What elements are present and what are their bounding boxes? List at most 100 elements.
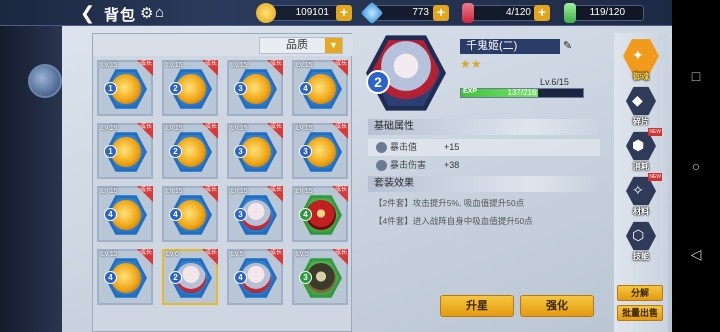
stamina-potion-icon: [462, 3, 474, 23]
item-detail-panel: 2 千鬼姬(二) ✎ ★★ Lv.6/15 EXP 137/216 基础属性 暴…: [360, 33, 610, 332]
bag-item-slot[interactable]: Lv.15 4 成长: [97, 186, 153, 242]
split-button[interactable]: 分解: [617, 285, 663, 301]
bag-item-slot[interactable]: Lv.6 2 成长: [162, 249, 218, 305]
home-icon[interactable]: ⌂: [155, 4, 164, 21]
crit-damage-icon: [376, 160, 387, 171]
upstar-button[interactable]: 升星: [440, 295, 514, 317]
basic-attr-header: 基础属性: [368, 119, 600, 135]
item-slot-number: 2: [169, 271, 182, 284]
tab-2[interactable]: ◆ 碎片: [622, 86, 660, 126]
set-effect-line: 【4件套】进入战阵自身中吸血值提升50点: [374, 216, 533, 226]
bag-item-slot[interactable]: Lv.15 2 成长: [162, 60, 218, 116]
bulk-sell-button[interactable]: 批量出售: [617, 305, 663, 321]
item-stars: ★★: [460, 57, 482, 71]
item-badge: 成长: [267, 186, 283, 202]
item-slot-number: 2: [169, 145, 182, 158]
bag-item-slot[interactable]: Lv.5 3 成长: [292, 249, 348, 305]
gold-resource: 109101 +: [256, 3, 352, 23]
exp-bar: EXP 137/216: [460, 88, 584, 98]
tab-emblem-icon: ⬡: [632, 227, 645, 243]
back-triangle-icon[interactable]: ◁: [686, 246, 706, 263]
category-tabs: ✦ 御魂 ◆ 碎片 ⬢ 消耗 NEW ✧ 材料 NEW ⬡ 技能 分解 批量出售: [614, 33, 668, 332]
stamina-add-button[interactable]: +: [534, 5, 550, 21]
tab-emblem-icon: ✦: [632, 47, 644, 63]
tab-label: 材料: [633, 207, 649, 216]
back-arrow-icon[interactable]: ❮: [80, 3, 98, 23]
bag-item-slot[interactable]: Lv.15 2 成长: [162, 123, 218, 179]
item-level: Lv.15: [101, 188, 118, 195]
item-badge: 成长: [137, 123, 153, 139]
sort-label: 品质: [286, 39, 308, 51]
tab-4[interactable]: ✧ 材料 NEW: [622, 173, 662, 216]
item-slot-number: 3: [299, 271, 312, 284]
item-level: Lv.12: [101, 251, 118, 258]
bag-item-slot[interactable]: Lv.5 4 成长: [227, 249, 283, 305]
bag-item-slot[interactable]: Lv.15 3 成长: [292, 123, 348, 179]
item-level: Lv.15: [101, 62, 118, 69]
item-level: Lv.15: [166, 125, 183, 132]
item-level: Lv.15: [296, 62, 313, 69]
item-badge: 成长: [137, 60, 153, 76]
bag-panel: 品质 ▼ Lv.15 1 成长 Lv.15 2 成长 Lv.15 3 成长 Lv.15 4 成长 Lv.…: [92, 33, 353, 332]
item-level: Lv.15: [231, 62, 248, 69]
item-badge: 成长: [202, 60, 218, 76]
bag-item-slot[interactable]: Lv.15 3 成长: [227, 60, 283, 116]
gold-coin-icon: [256, 3, 276, 23]
stamina-resource: 4/120 +: [458, 3, 550, 23]
item-slot-number: 3: [234, 145, 247, 158]
item-level: Lv.6: [166, 251, 179, 258]
item-badge: 成长: [137, 186, 153, 202]
item-level: Lv.15: [101, 125, 118, 132]
item-level: Lv.15: [231, 188, 248, 195]
gear-icon[interactable]: ⚙: [140, 4, 153, 22]
item-slot-number: 1: [104, 145, 117, 158]
home-circle-icon[interactable]: ○: [686, 158, 706, 174]
bag-item-slot[interactable]: Lv.15 4 成长: [162, 186, 218, 242]
stat-name: 暴击伤害: [390, 160, 427, 170]
enhance-button[interactable]: 强化: [520, 295, 594, 317]
energy-resource: 119/120: [560, 3, 644, 23]
tab-1[interactable]: ✦ 御魂: [622, 39, 660, 81]
diamond-add-button[interactable]: +: [433, 5, 449, 21]
item-slot-number: 4: [234, 271, 247, 284]
dropdown-arrow-icon[interactable]: ▼: [325, 38, 342, 53]
item-slot-number: 2: [169, 82, 182, 95]
item-slot-number: 4: [104, 208, 117, 221]
sort-dropdown[interactable]: 品质 ▼: [259, 37, 343, 54]
game-screen: ❮ 背包 ⚙ ⌂ 109101 + 773 + 4/120 + 119/120 …: [0, 0, 720, 332]
item-slot-number: 4: [299, 82, 312, 95]
stat-value: +38: [444, 160, 460, 170]
stat-name: 暴击值: [390, 142, 418, 152]
tab-label: 碎片: [633, 117, 649, 126]
item-badge: 成长: [332, 123, 348, 139]
set-effect-line: 【2件套】攻击提升5%, 吸血值提升50点: [374, 198, 525, 208]
bag-item-slot[interactable]: Lv.15 3 成长: [227, 186, 283, 242]
bag-item-slot[interactable]: Lv.15 1 成长: [97, 123, 153, 179]
tab-label: 消耗: [633, 162, 649, 171]
item-level: Lv.5: [296, 251, 309, 258]
bag-item-slot[interactable]: Lv.12 4 成长: [97, 249, 153, 305]
tab-emblem-icon: ◆: [632, 92, 643, 108]
item-badge: 成长: [202, 186, 218, 202]
gold-add-button[interactable]: +: [336, 5, 352, 21]
item-level: Lv.15: [231, 125, 248, 132]
crit-icon: [376, 142, 387, 153]
overview-square-icon[interactable]: □: [686, 68, 706, 84]
bag-item-slot[interactable]: Lv.15 4 成长: [292, 60, 348, 116]
energy-value: 119/120: [568, 5, 644, 21]
edit-pen-icon[interactable]: ✎: [563, 39, 577, 53]
energy-potion-icon: [564, 3, 576, 23]
item-slot-number: 1: [104, 82, 117, 95]
bag-item-slot[interactable]: Lv.15 1 成长: [97, 60, 153, 116]
item-slot-number: 4: [169, 208, 182, 221]
item-level: Lv.15: [166, 62, 183, 69]
floating-menu-orb-icon[interactable]: [28, 64, 62, 98]
bag-item-slot[interactable]: Lv.15 4 成长: [292, 186, 348, 242]
item-badge: 成长: [267, 123, 283, 139]
item-name: 千鬼姬(二): [460, 39, 560, 54]
tab-5[interactable]: ⬡ 技能: [622, 221, 660, 261]
sort-row: 品质 ▼: [93, 34, 353, 56]
bag-item-slot[interactable]: Lv.15 3 成长: [227, 123, 283, 179]
exp-text: 137/216: [507, 88, 537, 97]
tab-3[interactable]: ⬢ 消耗 NEW: [622, 128, 662, 171]
